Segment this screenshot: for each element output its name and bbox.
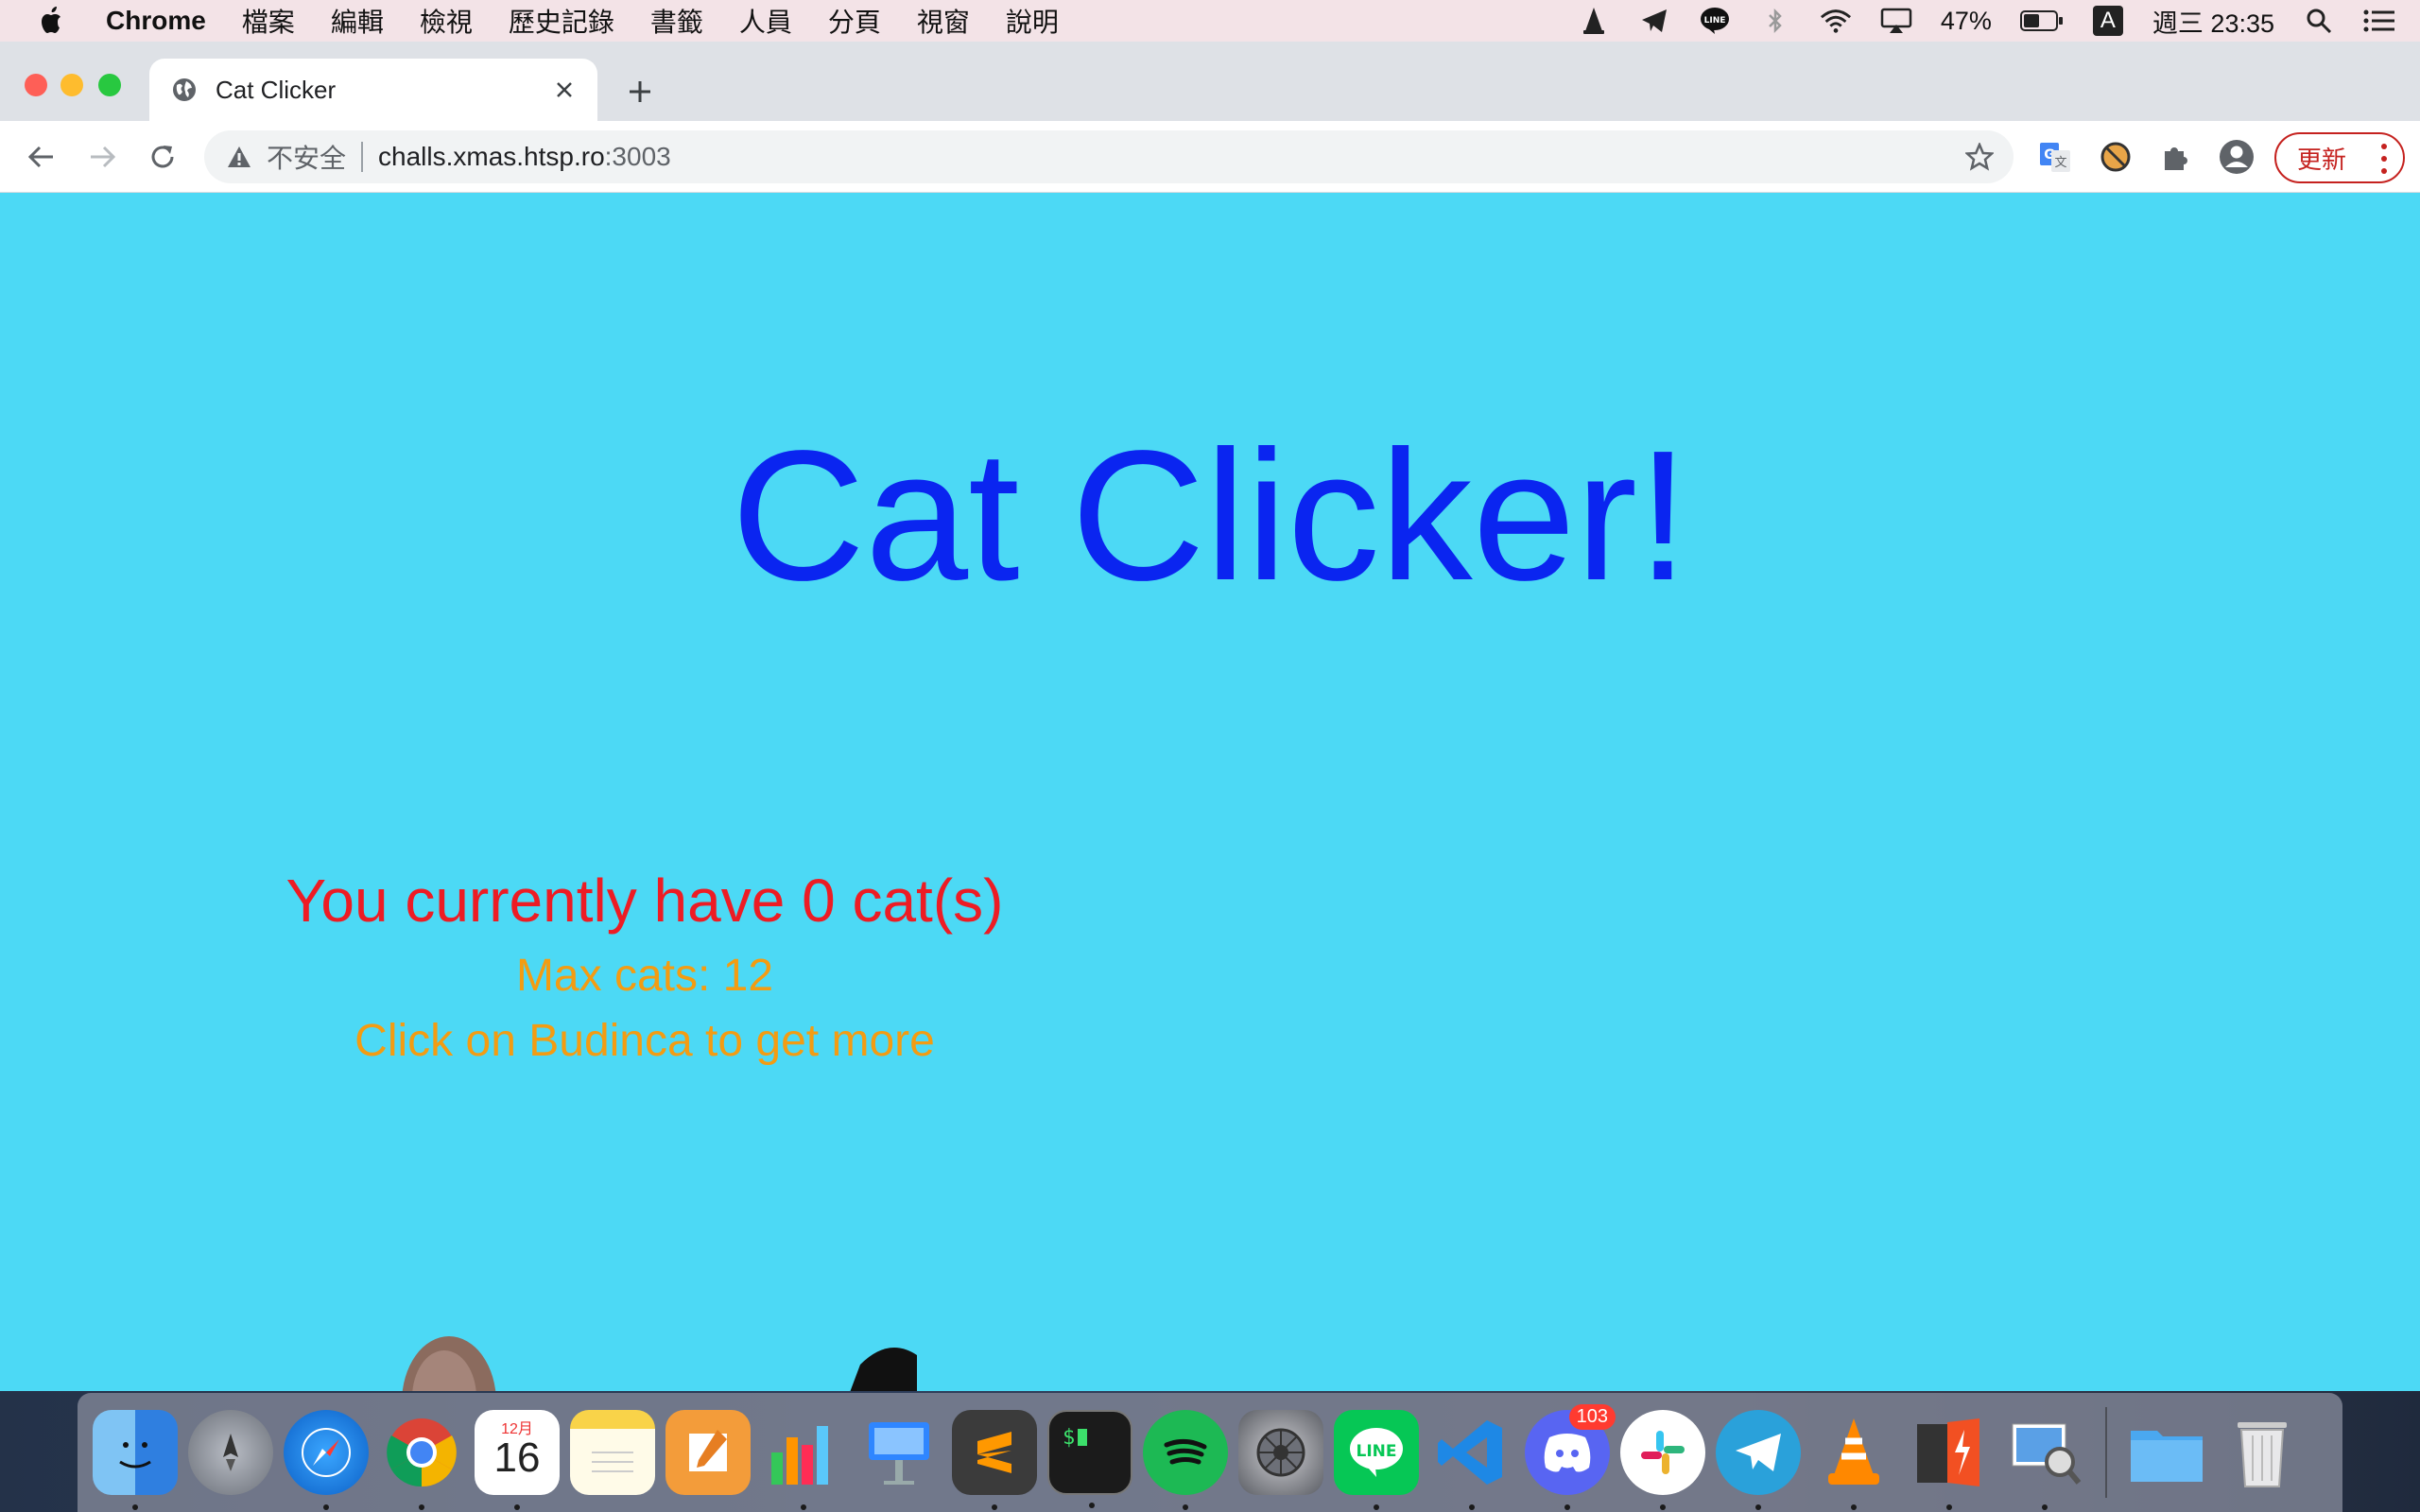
discord-badge: 103 — [1568, 1404, 1616, 1430]
vlc-icon[interactable] — [1811, 1410, 1896, 1510]
extensions-puzzle-icon[interactable] — [2157, 138, 2195, 176]
telegram-icon[interactable] — [1716, 1410, 1801, 1510]
svg-text:$: $ — [1063, 1426, 1075, 1450]
calendar-icon[interactable]: 12月 16 — [475, 1410, 560, 1510]
tab-title: Cat Clicker — [216, 75, 337, 104]
menu-history[interactable]: 歷史記錄 — [509, 2, 614, 40]
numbers-icon[interactable] — [761, 1410, 846, 1510]
menu-help[interactable]: 說明 — [1006, 2, 1059, 40]
cat-count-text: You currently have 0 cat(s) — [285, 867, 1004, 935]
menu-app-name[interactable]: Chrome — [106, 6, 206, 36]
security-label[interactable]: 不安全 — [267, 138, 346, 176]
wifi-icon[interactable] — [1820, 5, 1852, 37]
svg-text:文: 文 — [2054, 156, 2066, 170]
menu-people[interactable]: 人員 — [739, 2, 792, 40]
svg-text:LINE: LINE — [1703, 16, 1725, 26]
system-preferences-icon[interactable] — [1238, 1410, 1323, 1495]
address-bar[interactable]: 不安全 challs.xmas.htsp.ro :3003 — [204, 130, 2014, 183]
telegram-status-icon[interactable] — [1638, 5, 1670, 37]
update-chrome-button[interactable]: 更新 — [2274, 132, 2405, 183]
notes-icon[interactable] — [570, 1410, 655, 1495]
keynote-icon[interactable] — [856, 1410, 942, 1495]
menu-file[interactable]: 檔案 — [242, 2, 295, 40]
max-cats-text: Max cats: 12 — [515, 951, 774, 1002]
window-maximize-button[interactable] — [98, 74, 121, 96]
menu-tab[interactable]: 分頁 — [828, 2, 881, 40]
battery-percent: 47% — [1940, 6, 1992, 35]
line-app-label: LINE — [1357, 1442, 1397, 1461]
preview-icon[interactable] — [2002, 1410, 2087, 1510]
more-menu-icon[interactable] — [2378, 144, 2390, 174]
url-port: :3003 — [604, 142, 671, 171]
update-label: 更新 — [2297, 145, 2347, 174]
cat-stats: You currently have 0 cat(s) Max cats: 12… — [172, 867, 1117, 1067]
menubar-clock[interactable]: 週三 23:35 — [2152, 3, 2274, 40]
new-tab-button[interactable] — [624, 76, 656, 108]
apple-menu-icon[interactable] — [36, 5, 68, 37]
forward-button[interactable] — [85, 140, 119, 174]
input-source-icon[interactable]: A — [2092, 5, 2124, 37]
page-title: Cat Clicker! — [731, 412, 1689, 619]
dock-separator — [2105, 1407, 2107, 1498]
globe-icon — [170, 76, 199, 104]
calendar-day: 16 — [493, 1435, 541, 1481]
hint-text: Click on Budinca to get more — [354, 1015, 935, 1066]
web-page-content: Cat Clicker! You currently have 0 cat(s)… — [0, 193, 2420, 1391]
spotify-icon[interactable] — [1143, 1410, 1228, 1510]
chrome-icon[interactable] — [379, 1410, 464, 1510]
launchpad-icon[interactable] — [188, 1410, 273, 1495]
blocker-extension-icon[interactable] — [2097, 138, 2135, 176]
airplay-icon[interactable] — [1880, 5, 1912, 37]
slack-icon[interactable] — [1620, 1410, 1705, 1510]
macos-menu-bar: Chrome 檔案 編輯 檢視 歷史記錄 書籤 人員 分頁 視窗 說明 LINE… — [0, 0, 2420, 42]
tab-cat-clicker[interactable]: Cat Clicker — [149, 59, 597, 121]
browser-toolbar: 不安全 challs.xmas.htsp.ro :3003 G文 更新 — [0, 121, 2420, 193]
google-translate-extension-icon[interactable]: G文 — [2036, 138, 2074, 176]
pages-icon[interactable] — [666, 1410, 751, 1495]
menu-view[interactable]: 檢視 — [420, 2, 473, 40]
line-app-icon[interactable]: LINE — [1334, 1410, 1419, 1510]
line-status-icon[interactable]: LINE — [1699, 5, 1731, 37]
reload-button[interactable] — [146, 140, 180, 174]
notification-center-icon[interactable] — [2363, 5, 2395, 37]
back-button[interactable] — [25, 140, 59, 174]
trash-icon[interactable] — [2220, 1410, 2305, 1495]
folder-icon[interactable] — [2124, 1410, 2209, 1495]
vscode-icon[interactable] — [1429, 1410, 1514, 1510]
chrome-window: Cat Clicker 不安全 challs.xmas.htsp.ro :300… — [0, 42, 2420, 1391]
status-area: LINE 47% A 週三 23:35 — [1578, 0, 2395, 42]
macos-dock: 12月 16 $ LINE 103 — [78, 1393, 2342, 1512]
discord-icon[interactable]: 103 — [1525, 1404, 1616, 1510]
finder-icon[interactable] — [93, 1410, 178, 1510]
tab-close-icon[interactable] — [550, 76, 579, 104]
menu-edit[interactable]: 編輯 — [331, 2, 384, 40]
url-host: challs.xmas.htsp.ro — [378, 142, 605, 171]
window-minimize-button[interactable] — [60, 74, 83, 96]
terminal-icon[interactable]: $ — [1047, 1410, 1132, 1508]
profile-avatar-icon[interactable] — [2218, 138, 2256, 176]
bookmark-star-icon[interactable] — [1964, 142, 1995, 172]
safari-icon[interactable] — [284, 1410, 369, 1510]
menu-window[interactable]: 視窗 — [917, 2, 970, 40]
zap-proxy-icon[interactable] — [1907, 1410, 1992, 1510]
bluetooth-icon[interactable] — [1759, 5, 1791, 37]
spotlight-search-icon[interactable] — [2303, 5, 2335, 37]
input-source-label: A — [2092, 6, 2123, 36]
sublime-text-icon[interactable] — [952, 1410, 1037, 1510]
menu-bookmarks[interactable]: 書籤 — [650, 2, 703, 40]
vlc-status-icon[interactable] — [1578, 5, 1610, 37]
budinca-cat-image[interactable] — [388, 1327, 917, 1391]
address-separator — [361, 142, 364, 172]
warning-icon[interactable] — [225, 143, 253, 171]
window-close-button[interactable] — [25, 74, 47, 96]
tab-strip: Cat Clicker — [0, 42, 2420, 121]
battery-icon[interactable] — [2019, 5, 2064, 37]
